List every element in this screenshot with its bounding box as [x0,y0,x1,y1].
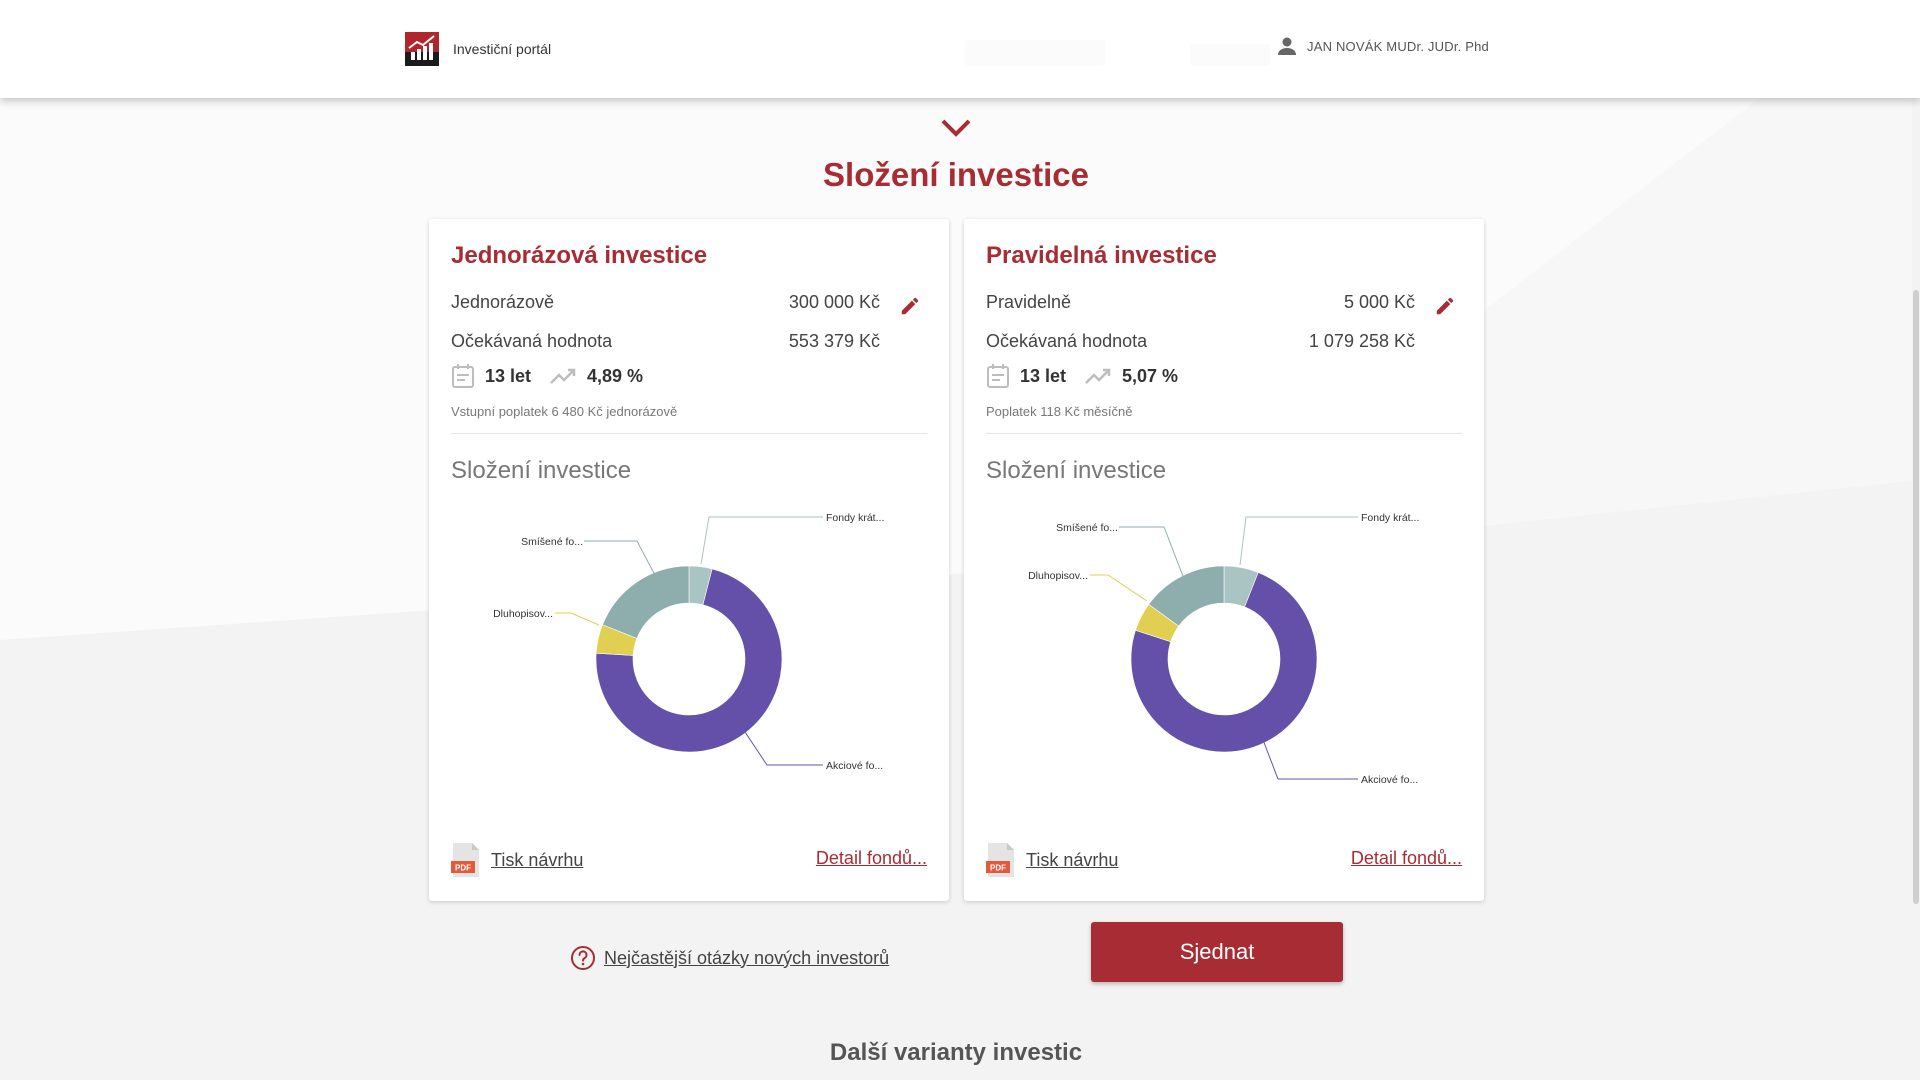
chart-label-equity: Akciové fo... [1361,774,1418,786]
chart-label-mixed: Smíšené fo... [1056,522,1118,534]
brand-logo-icon[interactable] [405,32,439,66]
faq-label[interactable]: Nejčastější otázky nových investorů [604,948,889,969]
meta-row: 13 let 5,07 % [986,362,1178,390]
print-proposal-label[interactable]: Tisk návrhu [491,850,583,871]
fund-detail-link[interactable]: Detail fondů... [1351,848,1462,869]
fee-note: Vstupní poplatek 6 480 Kč jednorázově [451,404,678,419]
header-ghost-blur [965,40,1105,66]
brand-name[interactable]: Investiční portál [453,41,551,57]
edit-pencil-icon[interactable] [899,295,921,317]
user-name: JAN NOVÁK MUDr. JUDr. Phd [1307,38,1489,54]
pdf-file-icon: PDF [986,843,1014,877]
trending-up-icon [1085,368,1111,384]
card-title: Pravidelná investice [986,242,1217,269]
calendar-icon [987,364,1009,388]
fee-note: Poplatek 118 Kč měsíčně [986,404,1133,419]
composition-title: Složení investice [451,457,632,484]
arrange-button[interactable]: Sjednat [1091,922,1343,982]
leader-line-mixed [1119,526,1187,585]
amount-label: Pravidelně [986,292,1072,312]
chart-label-short: Fondy krát... [1361,512,1419,524]
chart-label-bond: Dluhopisov... [1028,570,1088,582]
expected-value: 1 079 258 Kč [1308,331,1415,351]
composition-title: Složení investice [986,457,1167,484]
print-proposal-link[interactable]: PDF Tisk návrhu [986,842,1118,878]
yield-value: 4,89 % [587,365,644,386]
duration-value: 13 let [1020,365,1067,386]
yield-value: 5,07 % [1122,365,1179,386]
expected-label: Očekávaná hodnota [451,331,613,351]
amount-value: 5 000 Kč [1343,292,1415,312]
svg-text:PDF: PDF [990,864,1006,873]
donut-slices [595,565,783,753]
amount-label: Jednorázově [451,292,555,312]
composition-donut-chart: Fondy krát... Smíšené fo... Dluhopisov..… [493,512,884,772]
trending-up-icon [550,368,576,384]
leader-line-equity [1259,731,1358,780]
more-variants-title: Další varianty investic [829,1039,1083,1066]
donut-slices [1130,565,1318,753]
leader-line-short [1239,516,1358,566]
user-icon [1278,37,1296,55]
svg-text:PDF: PDF [455,864,471,873]
section-title: Složení investice [823,156,1089,193]
slice-mixed-funds[interactable] [602,565,690,639]
expected-value: 553 379 Kč [788,331,880,351]
calendar-icon [452,364,474,388]
expected-label: Očekávaná hodnota [986,331,1148,351]
scrollbar-thumb[interactable] [1913,290,1919,904]
print-proposal-label[interactable]: Tisk návrhu [1026,850,1118,871]
card-title: Jednorázová investice [451,242,708,269]
card-regular-investment: Pravidelná investice Pravidelně 5 000 Kč… [964,219,1484,901]
divider [451,433,927,434]
meta-row: 13 let 4,89 % [451,362,643,390]
faq-link[interactable]: Nejčastější otázky nových investorů [570,944,889,972]
top-header: Investiční portál JAN NOVÁK MUDr. JUDr. … [0,0,1920,98]
chart-label-equity: Akciové fo... [826,760,883,772]
user-menu[interactable]: JAN NOVÁK MUDr. JUDr. Phd [1275,34,1489,58]
chart-label-mixed: Smíšené fo... [521,536,583,548]
leader-line-bond [555,612,600,626]
chart-label-short: Fondy krát... [826,512,884,524]
leader-line-equity [740,725,823,766]
pdf-file-icon: PDF [451,843,479,877]
chevron-down-icon[interactable] [940,117,972,139]
leader-line-short [700,516,823,565]
card-one-time-investment: Jednorázová investice Jednorázově 300 00… [429,219,949,901]
amount-value: 300 000 Kč [788,292,880,312]
duration-value: 13 let [485,365,532,386]
fund-detail-link[interactable]: Detail fondů... [816,848,927,869]
composition-donut-chart: Fondy krát... Smíšené fo... Dluhopisov..… [1028,512,1419,786]
help-circle-icon [571,946,595,970]
print-proposal-link[interactable]: PDF Tisk návrhu [451,842,583,878]
divider [986,433,1462,434]
header-ghost-blur-2 [1190,44,1270,66]
chart-label-bond: Dluhopisov... [493,608,553,620]
leader-line-mixed [584,540,658,580]
edit-pencil-icon[interactable] [1434,295,1456,317]
leader-line-bond [1090,574,1148,602]
